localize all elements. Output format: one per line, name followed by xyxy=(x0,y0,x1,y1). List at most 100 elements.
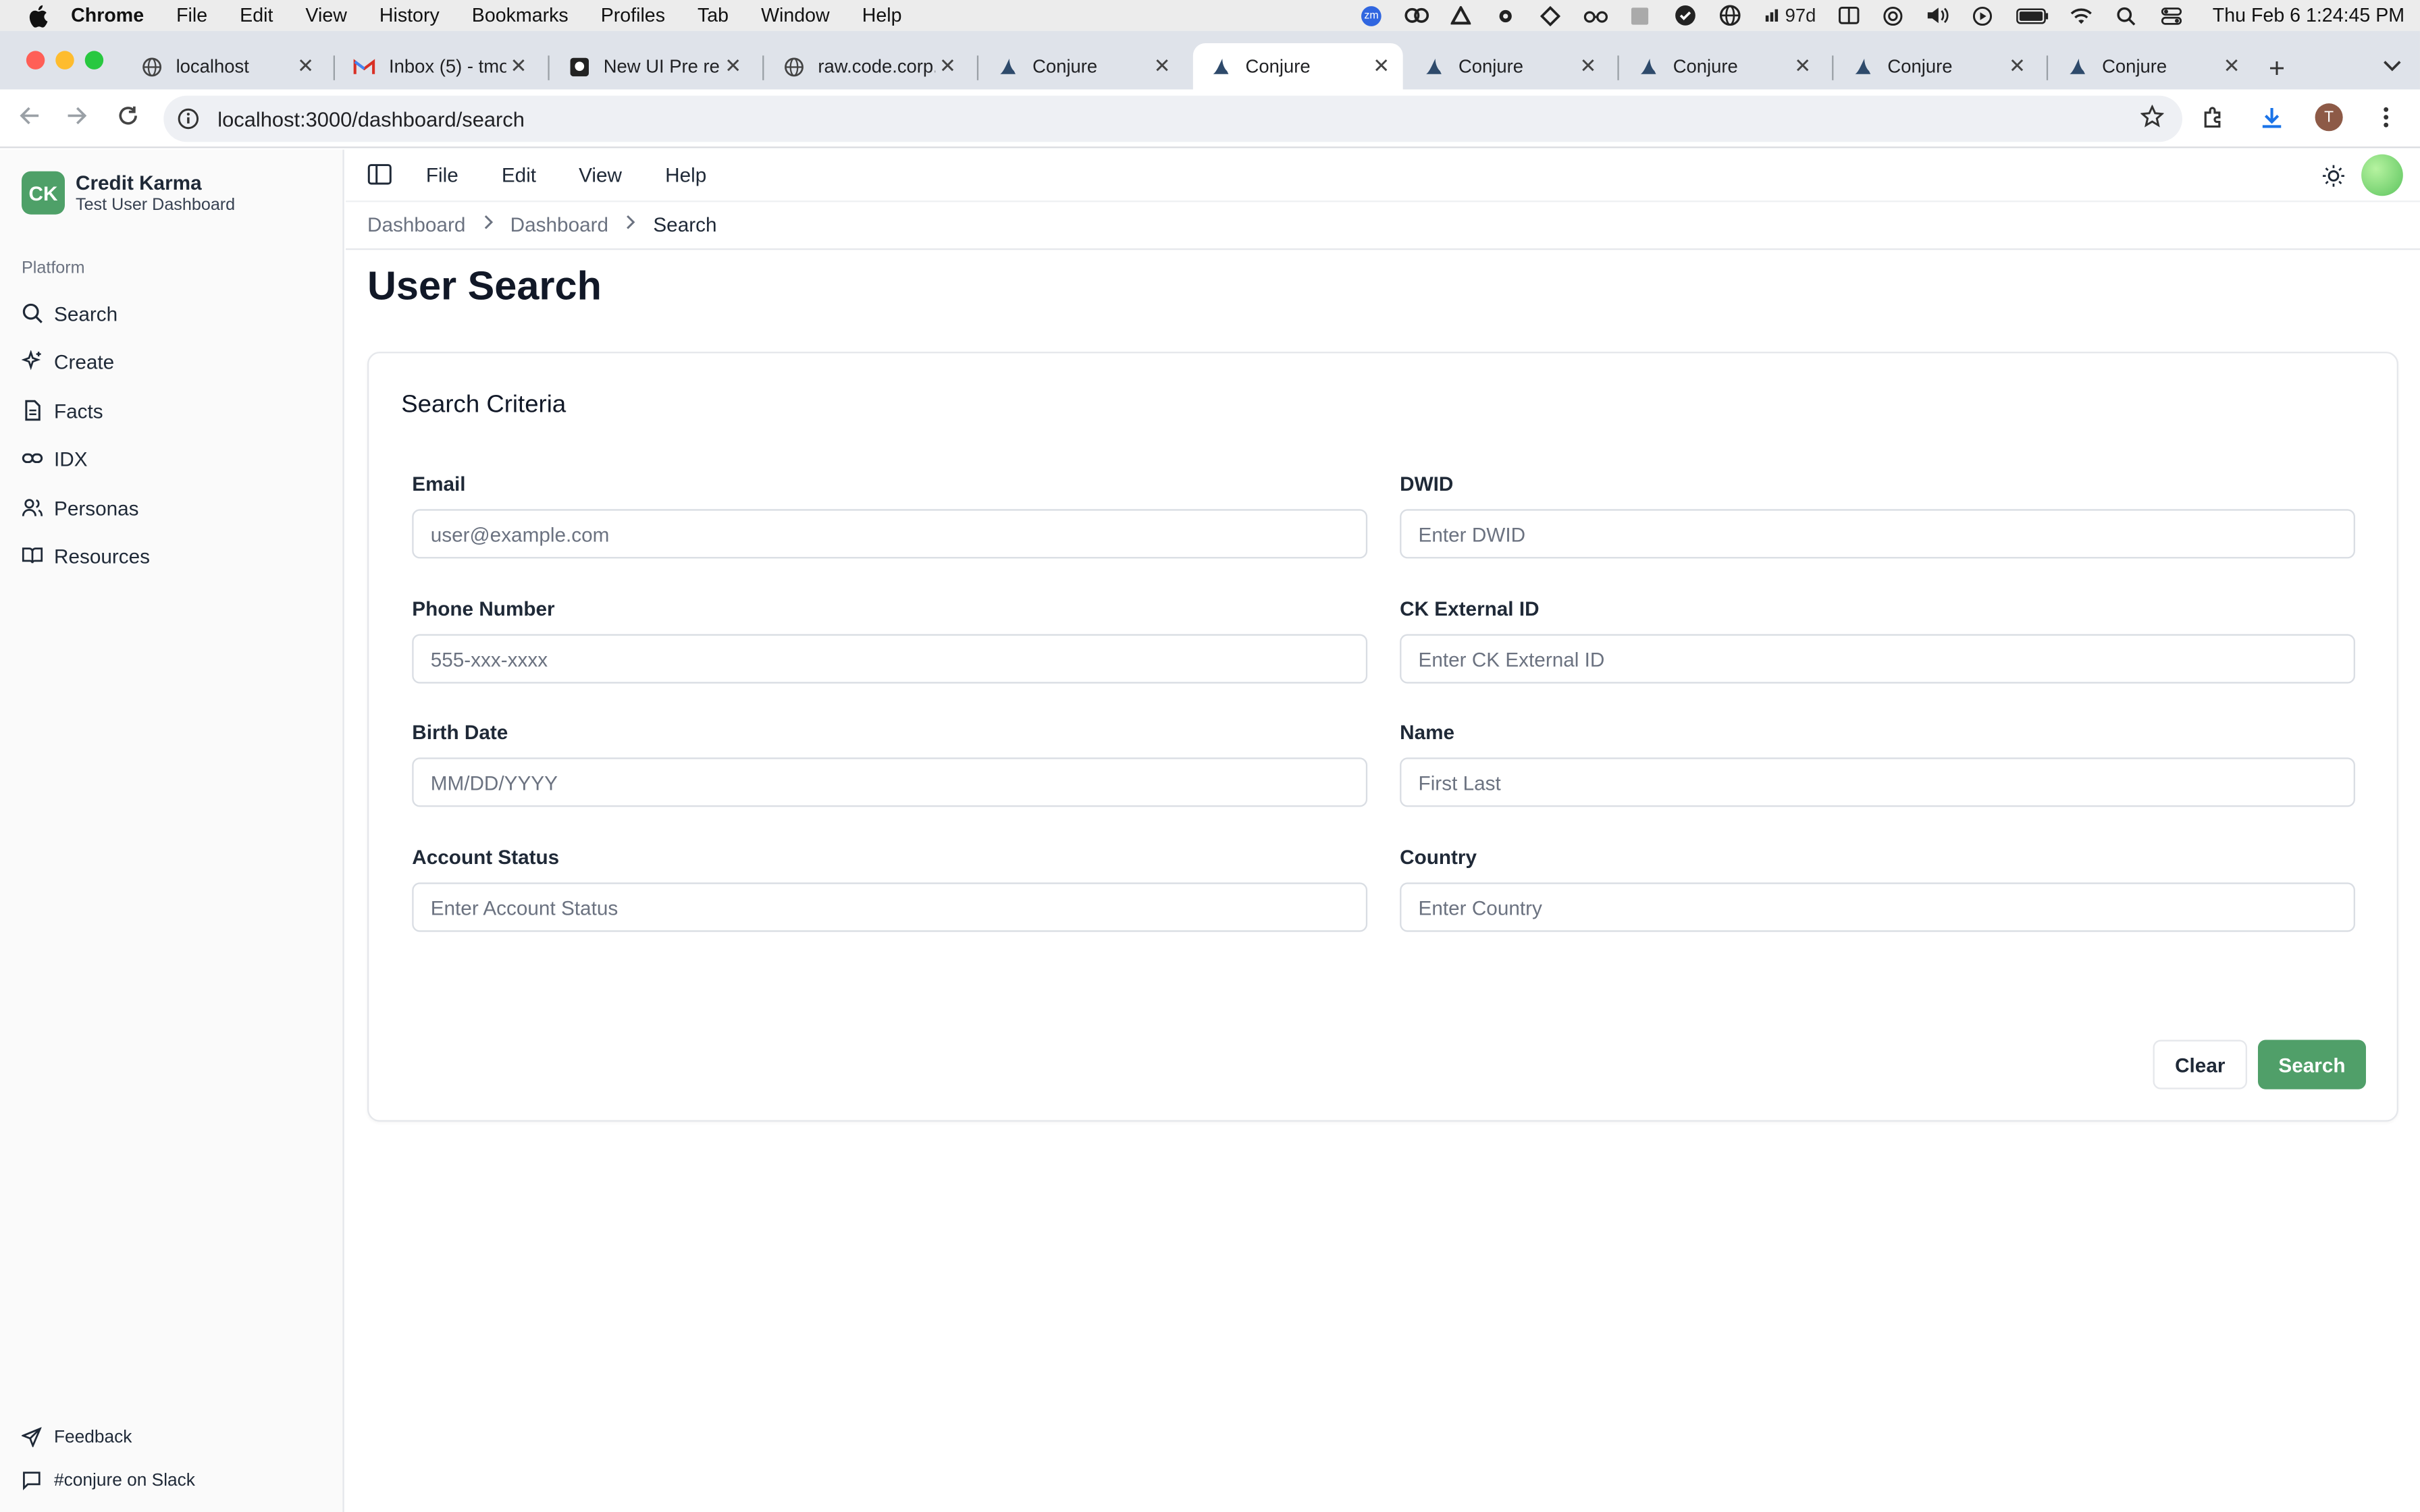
glasses-icon[interactable] xyxy=(1583,5,1608,26)
browser-tab-title: Conjure xyxy=(1245,55,1311,78)
address-bar[interactable]: localhost:3000/dashboard/search xyxy=(163,95,2182,142)
theme-sun-icon[interactable] xyxy=(2321,163,2346,188)
menubar-item-history[interactable]: History xyxy=(379,5,440,26)
birth-date-field: Birth Date xyxy=(412,720,1368,807)
browser-tab-active[interactable]: Conjure ✕ xyxy=(1192,43,1403,90)
email-input[interactable] xyxy=(412,509,1368,559)
reload-icon[interactable] xyxy=(117,105,139,134)
browser-tab[interactable]: Conjure ✕ xyxy=(1406,43,1610,90)
creative-cloud-icon[interactable] xyxy=(1404,5,1429,26)
close-tab-icon[interactable]: ✕ xyxy=(506,54,531,79)
check-circle-icon[interactable] xyxy=(1673,5,1698,26)
minimize-window-button[interactable] xyxy=(55,51,74,70)
close-tab-icon[interactable]: ✕ xyxy=(935,54,960,79)
app-menu-view[interactable]: View xyxy=(579,163,622,186)
address-url[interactable]: localhost:3000/dashboard/search xyxy=(217,107,525,130)
spiral-icon[interactable] xyxy=(1880,5,1905,26)
breadcrumb-item-dashboard[interactable]: Dashboard xyxy=(367,213,465,236)
globe-status-icon[interactable] xyxy=(1717,5,1742,26)
site-info-icon[interactable] xyxy=(174,105,202,132)
spotlight-search-icon[interactable] xyxy=(2114,5,2139,26)
dwid-input[interactable] xyxy=(1400,509,2355,559)
image-icon[interactable] xyxy=(1627,5,1652,26)
close-window-button[interactable] xyxy=(26,51,45,70)
close-tab-icon[interactable]: ✕ xyxy=(1576,54,1601,79)
macos-menubar: Chrome File Edit View History Bookmarks … xyxy=(0,0,2420,31)
download-icon[interactable] xyxy=(2257,102,2288,133)
menubar-item-profiles[interactable]: Profiles xyxy=(601,5,665,26)
birth-date-input[interactable] xyxy=(412,757,1368,807)
browser-tab[interactable]: Conjure ✕ xyxy=(980,43,1184,90)
close-tab-icon[interactable]: ✕ xyxy=(1790,54,1815,79)
menubar-app-name[interactable]: Chrome xyxy=(71,5,144,26)
breadcrumb-item-dashboard-2[interactable]: Dashboard xyxy=(510,213,608,236)
apple-icon[interactable] xyxy=(25,3,50,28)
menubar-item-view[interactable]: View xyxy=(305,5,346,26)
brand-subtitle: Test User Dashboard xyxy=(75,196,236,215)
close-tab-icon[interactable]: ✕ xyxy=(1150,54,1175,79)
new-tab-plus-icon[interactable]: + xyxy=(2269,53,2285,85)
profile-avatar[interactable]: T xyxy=(2315,103,2343,132)
play-icon[interactable] xyxy=(1970,5,1995,26)
diamond-icon[interactable] xyxy=(1538,5,1563,26)
browser-tab[interactable]: Inbox (5) - tmo ✕ xyxy=(336,43,540,90)
gear-status-icon[interactable] xyxy=(1494,5,1519,26)
brand-header[interactable]: CK Credit Karma Test User Dashboard xyxy=(21,171,236,215)
wifi-icon[interactable] xyxy=(2069,5,2094,26)
search-button[interactable]: Search xyxy=(2257,1040,2366,1089)
sidebar-item-facts[interactable]: Facts xyxy=(22,394,103,427)
close-tab-icon[interactable]: ✕ xyxy=(2219,54,2244,79)
close-tab-icon[interactable]: ✕ xyxy=(293,54,318,79)
user-avatar[interactable] xyxy=(2361,154,2403,196)
sidebar-slack-link[interactable]: #conjure on Slack xyxy=(22,1470,195,1490)
close-tab-icon[interactable]: ✕ xyxy=(1369,54,1394,79)
menubar-item-file[interactable]: File xyxy=(176,5,207,26)
control-center-icon[interactable] xyxy=(2159,5,2184,26)
back-arrow-icon[interactable] xyxy=(18,105,40,134)
browser-tab[interactable]: Conjure ✕ xyxy=(1835,43,2039,90)
menubar-item-tab[interactable]: Tab xyxy=(698,5,729,26)
phone-input[interactable] xyxy=(412,634,1368,684)
maximize-window-button[interactable] xyxy=(84,51,104,70)
ck-external-id-input[interactable] xyxy=(1400,634,2355,684)
tab-search-chevron-icon[interactable] xyxy=(2383,55,2401,77)
brand-logo: CK xyxy=(21,171,65,215)
browser-tab[interactable]: Conjure ✕ xyxy=(1621,43,1824,90)
sidebar-toggle-icon[interactable] xyxy=(367,162,392,187)
forward-arrow-icon[interactable] xyxy=(66,105,88,134)
menubar-item-window[interactable]: Window xyxy=(761,5,830,26)
close-tab-icon[interactable]: ✕ xyxy=(2005,54,2030,79)
sidebar-item-create[interactable]: Create xyxy=(21,344,114,378)
app-menu-file[interactable]: File xyxy=(426,163,458,186)
split-icon[interactable] xyxy=(1836,5,1861,26)
app-menu-edit[interactable]: Edit xyxy=(502,163,536,186)
sidebar-item-search[interactable]: Search xyxy=(22,296,117,330)
zoom-icon[interactable]: zm xyxy=(1359,5,1384,26)
browser-tab[interactable]: raw.code.corp. ✕ xyxy=(766,43,970,90)
close-tab-icon[interactable]: ✕ xyxy=(720,54,745,79)
menubar-item-help[interactable]: Help xyxy=(862,5,902,26)
account-status-input[interactable] xyxy=(412,882,1368,932)
sidebar-item-idx[interactable]: IDX xyxy=(22,441,88,475)
country-input[interactable] xyxy=(1400,882,2355,932)
kebab-menu-icon[interactable] xyxy=(2371,102,2402,133)
browser-tab[interactable]: localhost ✕ xyxy=(124,43,327,90)
clear-button[interactable]: Clear xyxy=(2153,1040,2247,1089)
menubar-item-bookmarks[interactable]: Bookmarks xyxy=(472,5,569,26)
triangle-icon[interactable] xyxy=(1448,5,1473,26)
sidebar-item-personas[interactable]: Personas xyxy=(22,491,139,524)
app-menu-help[interactable]: Help xyxy=(665,163,706,186)
menubar-item-edit[interactable]: Edit xyxy=(240,5,273,26)
battery-icon[interactable] xyxy=(2015,5,2049,26)
extensions-puzzle-icon[interactable] xyxy=(2198,102,2229,133)
battery-menu-icon[interactable]: 97d xyxy=(1762,5,1816,26)
country-label: Country xyxy=(1400,845,1477,869)
volume-icon[interactable] xyxy=(1926,5,1951,26)
menubar-clock[interactable]: Thu Feb 6 1:24:45 PM xyxy=(2213,5,2404,26)
sidebar-item-resources[interactable]: Resources xyxy=(22,539,150,572)
sidebar-feedback-link[interactable]: Feedback xyxy=(21,1427,132,1447)
browser-tab[interactable]: New UI Pre rele ✕ xyxy=(551,43,755,90)
bookmark-star-icon[interactable] xyxy=(2140,104,2165,134)
name-input[interactable] xyxy=(1400,757,2355,807)
browser-tab[interactable]: Conjure ✕ xyxy=(2049,43,2253,90)
